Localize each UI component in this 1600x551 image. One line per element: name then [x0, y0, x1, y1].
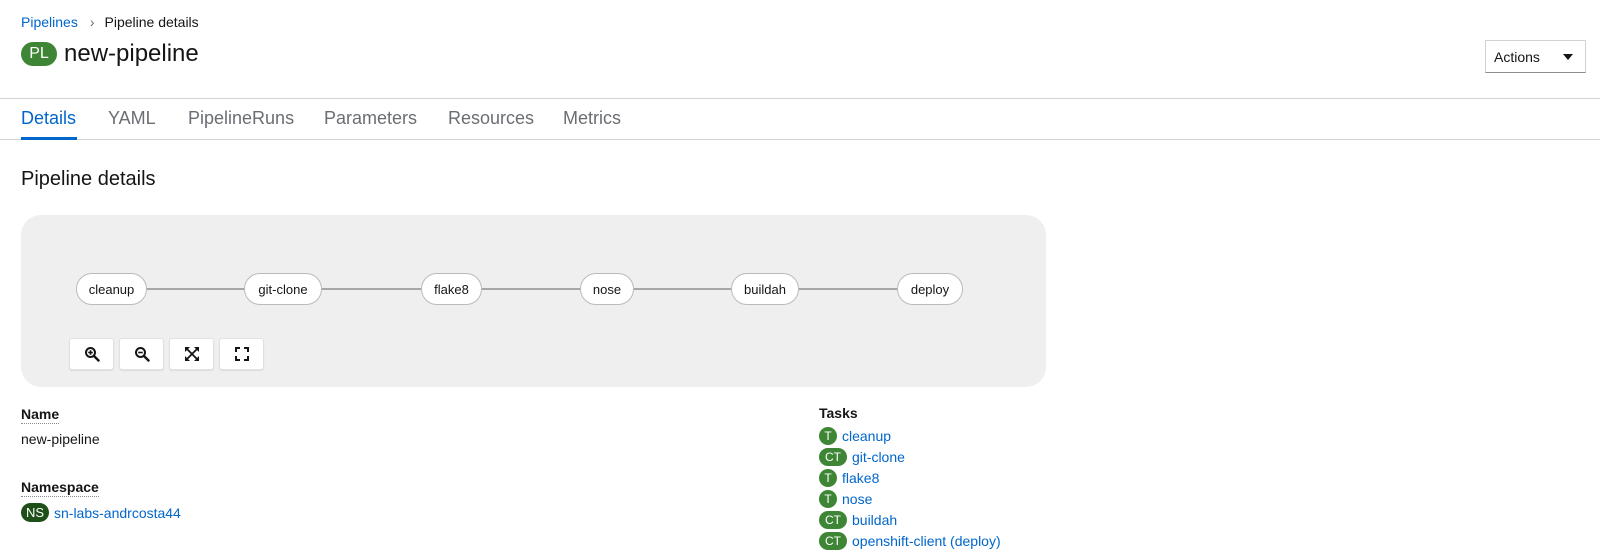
task-link-git-clone[interactable]: git-clone [852, 449, 905, 465]
tab-yaml[interactable]: YAML [108, 108, 156, 129]
task-node-flake8[interactable]: flake8 [421, 273, 482, 305]
task-node-nose[interactable]: nose [580, 273, 634, 305]
list-item: CT openshift-client (deploy) [819, 530, 1001, 551]
tasks-list: T cleanup CT git-clone T flake8 T nose C… [819, 425, 1001, 551]
tab-parameters[interactable]: Parameters [324, 108, 417, 129]
actions-label: Actions [1494, 48, 1540, 65]
list-item: CT git-clone [819, 446, 1001, 467]
name-value: new-pipeline [21, 431, 100, 447]
task-node-git-clone[interactable]: git-clone [244, 273, 322, 305]
section-title: Pipeline details [21, 168, 156, 190]
breadcrumb-link-pipelines[interactable]: Pipelines [21, 14, 78, 30]
pipeline-topology[interactable]: cleanup git-clone flake8 nose buildah de… [21, 215, 1046, 387]
task-link-flake8[interactable]: flake8 [842, 470, 879, 486]
namespace-value: NS sn-labs-andrcosta44 [21, 503, 181, 522]
tab-details[interactable]: Details [21, 108, 76, 129]
active-tab-indicator [21, 137, 77, 140]
resource-badge: PL [21, 42, 57, 66]
caret-down-icon [1563, 53, 1573, 60]
tab-resources[interactable]: Resources [448, 108, 534, 129]
task-node-cleanup[interactable]: cleanup [76, 273, 147, 305]
list-item: T flake8 [819, 467, 1001, 488]
tab-metrics[interactable]: Metrics [563, 108, 621, 129]
task-node-buildah[interactable]: buildah [731, 273, 799, 305]
task-link-openshift-client[interactable]: openshift-client (deploy) [852, 533, 1001, 549]
chevron-right-icon: › [89, 14, 95, 30]
clustertask-badge: CT [819, 531, 847, 550]
list-item: CT buildah [819, 509, 1001, 530]
namespace-label: Namespace [21, 479, 99, 497]
expand-button[interactable] [219, 338, 264, 370]
task-badge: T [819, 489, 837, 508]
zoom-in-button[interactable] [69, 338, 114, 370]
task-badge: T [819, 426, 837, 445]
zoom-out-button[interactable] [119, 338, 164, 370]
list-item: T cleanup [819, 425, 1001, 446]
breadcrumb-current: Pipeline details [104, 14, 199, 30]
expand-icon [234, 347, 249, 361]
namespace-link[interactable]: sn-labs-andrcosta44 [54, 505, 181, 521]
task-node-deploy[interactable]: deploy [897, 273, 963, 305]
tasks-label: Tasks [819, 405, 858, 421]
name-label: Name [21, 406, 60, 424]
clustertask-badge: CT [819, 447, 847, 466]
task-link-buildah[interactable]: buildah [852, 512, 897, 528]
page-header: PL new-pipeline [21, 40, 199, 68]
zoom-in-icon [84, 347, 100, 362]
tab-pipelineruns[interactable]: PipelineRuns [188, 108, 294, 129]
zoom-out-icon [134, 347, 150, 362]
list-item: T nose [819, 488, 1001, 509]
clustertask-badge: CT [819, 510, 847, 529]
task-link-cleanup[interactable]: cleanup [842, 428, 891, 444]
breadcrumb: Pipelines › Pipeline details [21, 14, 199, 30]
actions-dropdown[interactable]: Actions [1485, 40, 1586, 73]
task-badge: T [819, 468, 837, 487]
fit-to-screen-icon [184, 347, 199, 361]
task-link-nose[interactable]: nose [842, 491, 872, 507]
page-title: new-pipeline [64, 40, 199, 67]
fit-to-screen-button[interactable] [169, 338, 214, 370]
namespace-badge: NS [21, 503, 49, 522]
